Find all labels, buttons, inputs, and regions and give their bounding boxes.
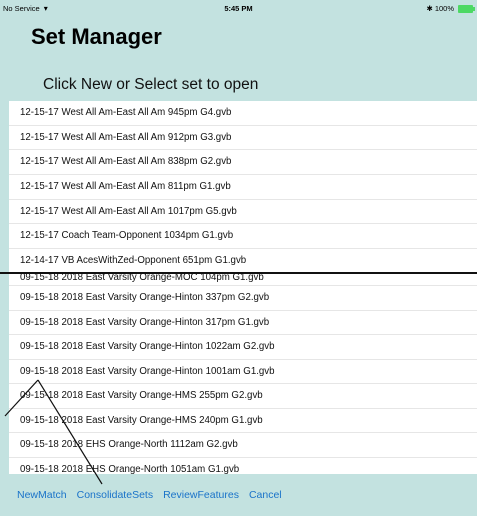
list-item[interactable]: 12-15-17 West All Am-East All Am 811pm G… (9, 175, 477, 200)
bluetooth-icon: ✱ (426, 4, 433, 13)
recent-sets-list: 12-15-17 West All Am-East All Am 945pm G… (9, 101, 477, 274)
list-item[interactable]: 12-15-17 Coach Team-Opponent 1034pm G1.g… (9, 224, 477, 250)
cancel-button[interactable]: Cancel (249, 489, 282, 501)
list-item[interactable]: 09-15-18 2018 East Varsity Orange-Hinton… (9, 311, 477, 335)
list-item[interactable]: 12-14-17 VB AcesWithZed-Opponent 651pm G… (9, 249, 477, 274)
set-list[interactable]: 12-15-17 West All Am-East All Am 945pm G… (9, 101, 477, 474)
review-features-button[interactable]: ReviewFeatures (163, 489, 239, 501)
list-item[interactable]: 09-15-18 2018 East Varsity Orange-HMS 24… (9, 409, 477, 433)
battery-icon (458, 4, 475, 13)
list-item[interactable]: 09-15-18 2018 East Varsity Orange-Hinton… (9, 335, 477, 360)
list-item[interactable]: 12-15-17 West All Am-East All Am 838pm G… (9, 150, 477, 176)
battery-percent: 100% (434, 4, 454, 13)
other-sets-list: 09-15-18 2018 East Varsity Orange-MOC 10… (9, 274, 477, 474)
list-item[interactable]: 09-15-18 2018 East Varsity Orange-Hinton… (9, 360, 477, 384)
list-item[interactable]: 09-15-18 2018 East Varsity Orange-HMS 25… (9, 384, 477, 409)
list-item[interactable]: 09-15-18 2018 East Varsity Orange-Hinton… (9, 286, 477, 311)
list-item[interactable]: 12-15-17 West All Am-East All Am 912pm G… (9, 126, 477, 151)
list-item[interactable]: 09-15-18 2018 East Varsity Orange-MOC 10… (9, 274, 477, 286)
list-item[interactable]: 12-15-17 West All Am-East All Am 945pm G… (9, 101, 477, 126)
status-time: 5:45 PM (224, 4, 253, 13)
status-bar: No Service ▾ 5:45 PM ✱ 100% (0, 0, 477, 20)
page-title: Set Manager (31, 24, 162, 49)
list-item[interactable]: 12-15-17 West All Am-East All Am 1017pm … (9, 200, 477, 225)
list-divider (0, 272, 477, 274)
new-match-button[interactable]: NewMatch (17, 489, 67, 501)
bottom-toolbar: NewMatch ConsolidateSets ReviewFeatures … (0, 481, 477, 509)
consolidate-sets-button[interactable]: ConsolidateSets (77, 489, 153, 501)
instruction-text: Click New or Select set to open (43, 76, 259, 93)
list-item[interactable]: 09-15-18 2018 EHS Orange-North 1051am G1… (9, 458, 477, 475)
status-right: ✱ 100% (426, 4, 475, 13)
list-item[interactable]: 09-15-18 2018 EHS Orange-North 1112am G2… (9, 433, 477, 458)
